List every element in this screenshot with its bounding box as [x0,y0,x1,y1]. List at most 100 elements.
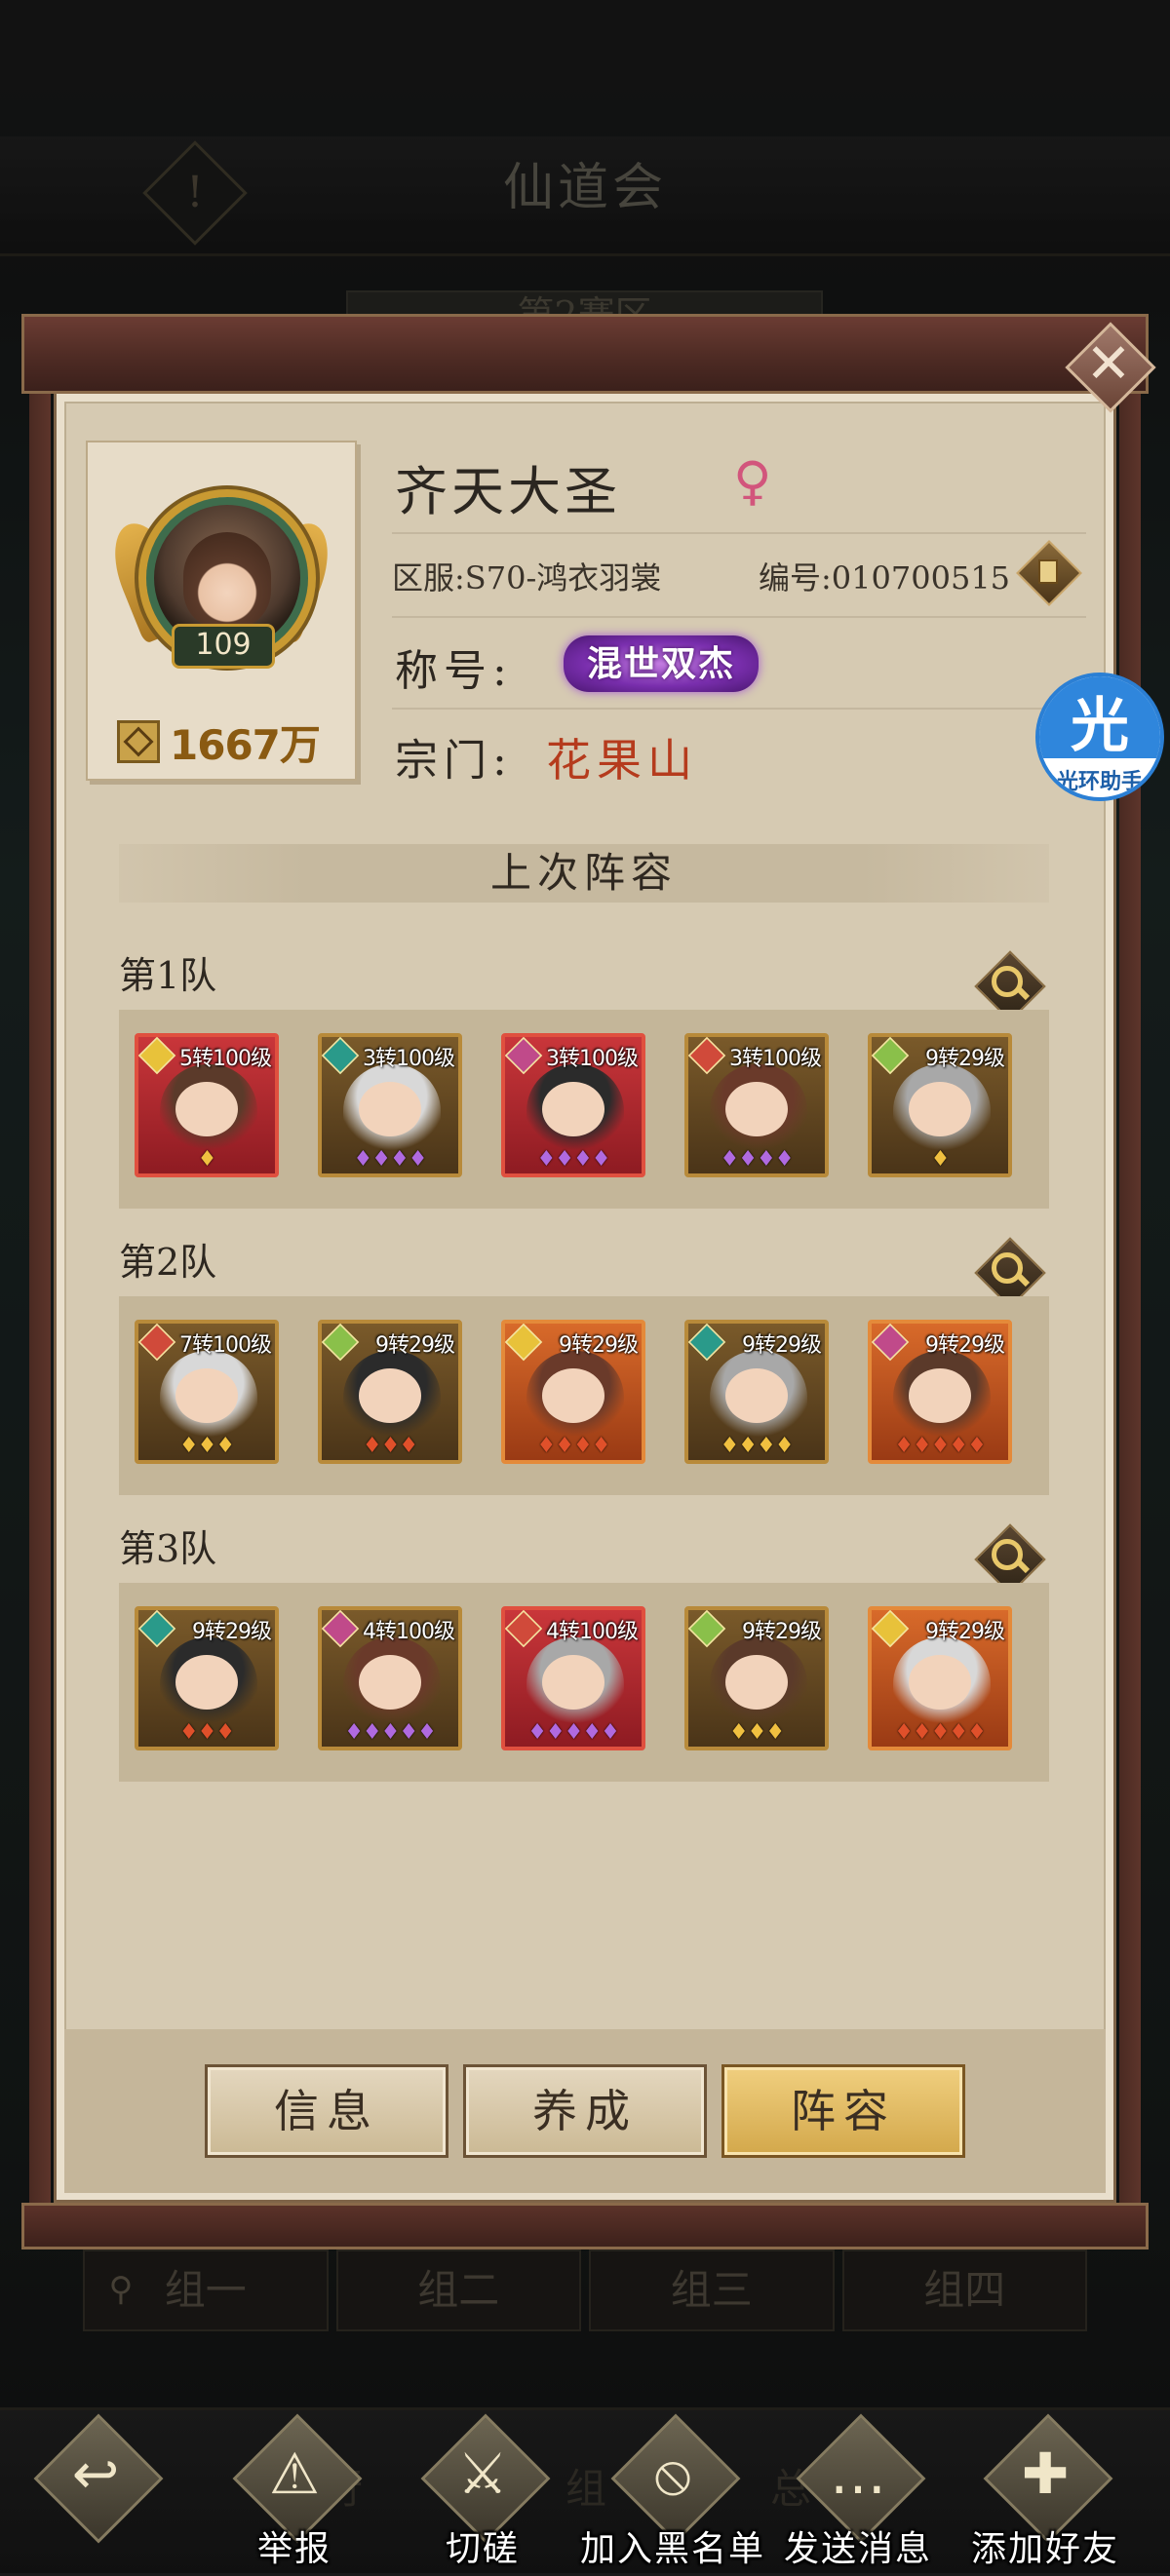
hero-star-rating: ♦♦♦♦ [536,1434,611,1458]
element-icon [505,1037,543,1075]
hero-slot[interactable]: 9转29级 ♦♦♦ [135,1606,279,1750]
hero-face [359,1368,421,1423]
team-title: 第3队 [119,1527,217,1570]
back-arrow-icon: ↩ [71,2441,120,2507]
duel-label: 切磋 [445,2529,520,2569]
hero-star-rating: ♦♦♦♦ [720,1434,795,1458]
hero-slot[interactable]: 3转100级 ♦♦♦♦ [318,1033,462,1177]
dialog-bottom-banner [21,2203,1149,2249]
hero-slot[interactable]: 3转100级 ♦♦♦♦ [501,1033,645,1177]
hero-level: 9转29级 [742,1620,822,1644]
block-user-icon: ⦸ [654,2441,691,2507]
hero-face [909,1368,971,1423]
duel-button[interactable]: ⚔ 切磋 [395,2413,570,2573]
element-icon [872,1037,910,1075]
hero-face [359,1655,421,1710]
team-3-slots: 9转29级 ♦♦♦ 4转100级 ♦♦♦♦♦ 4转100级 ♦♦♦♦♦ 9转29级 ♦♦♦ 9转… [119,1583,1049,1782]
title-badge[interactable]: 混世双杰 [564,635,759,692]
hero-slot[interactable]: 5转100级 ♦ [135,1033,279,1177]
dialog-top-banner [21,314,1149,394]
element-icon [322,1324,360,1362]
hero-level: 3转100级 [363,1047,455,1071]
hero-level: 4转100级 [546,1620,639,1644]
hero-slot[interactable]: 9转29级 ♦♦♦♦♦ [868,1320,1012,1464]
hero-face [542,1655,604,1710]
back-button[interactable]: ↩ [8,2413,183,2573]
dialog-frame-left [29,385,51,2208]
develop-tab-button[interactable]: 养成 [463,2064,707,2158]
hero-slot[interactable]: 4转100级 ♦♦♦♦♦ [318,1606,462,1750]
hero-slot[interactable]: 9转29级 ♦♦♦ [318,1320,462,1464]
hero-level: 9转29级 [559,1333,639,1358]
crossed-swords-icon: ⚔ [457,2441,508,2507]
hero-slot[interactable]: 7转100级 ♦♦♦ [135,1320,279,1464]
info-tab-button[interactable]: 信息 [205,2064,448,2158]
lineup-heading: 上次阵容 [119,844,1049,903]
add-friend-label: 添加好友 [970,2529,1119,2569]
copy-id-button[interactable] [1016,540,1082,606]
hero-face [909,1655,971,1710]
hero-face [725,1368,788,1423]
player-level: 109 [172,624,275,669]
hero-level: 9转29级 [742,1333,822,1358]
hero-slot[interactable]: 9转29级 ♦ [868,1033,1012,1177]
send-message-button[interactable]: … 发送消息 [770,2413,946,2573]
report-button[interactable]: ⚠ 举报 [207,2413,382,2573]
lineup-tab-button[interactable]: 阵容 [722,2064,965,2158]
hero-star-rating: ♦♦♦ [178,1720,235,1745]
server-info: 区服:S70-鸿衣羽裳 [392,559,662,596]
female-gender-icon: ♀ [733,450,772,512]
title-label: 称号: [395,646,513,696]
hero-star-rating: ♦ [197,1147,217,1172]
hero-star-rating: ♦♦♦♦ [353,1147,428,1172]
avatar-card: 109 1667万 [86,441,357,781]
hero-level: 9转29级 [925,1620,1005,1644]
hero-level: 9转29级 [192,1620,272,1644]
element-icon [138,1324,176,1362]
avatar-portrait [183,532,271,630]
element-icon [872,1324,910,1362]
helper-logo-icon: 光 [1071,692,1129,760]
player-name: 齐天大圣 [395,461,621,522]
element-icon [138,1037,176,1075]
blacklist-button[interactable]: ⦸ 加入黑名单 [580,2413,763,2573]
element-icon [688,1037,726,1075]
dialog-frame-right [1119,385,1141,2208]
hero-face [542,1368,604,1423]
warning-icon: ⚠ [269,2441,320,2507]
hero-star-rating: ♦♦♦♦♦ [894,1720,987,1745]
helper-floating-button[interactable]: 光 光环助手 [1035,673,1164,801]
hero-face [725,1655,788,1710]
divider [392,532,1086,534]
hero-slot[interactable]: 9转29级 ♦♦♦♦ [501,1320,645,1464]
hero-star-rating: ♦ [930,1147,951,1172]
helper-caption: 光环助手 [1056,770,1143,794]
hero-level: 7转100级 [179,1333,272,1358]
hero-star-rating: ♦♦♦♦♦ [894,1434,987,1458]
element-icon [322,1610,360,1648]
divider [392,616,1086,618]
sect-name[interactable]: 花果山 [546,725,698,789]
hero-slot[interactable]: 9转29级 ♦♦♦♦♦ [868,1606,1012,1750]
team-title: 第2队 [119,1241,217,1284]
hero-star-rating: ♦♦♦♦ [720,1147,795,1172]
report-label: 举报 [256,2529,332,2569]
combat-power-value: 1667万 [170,720,321,769]
hero-star-rating: ♦♦♦ [178,1434,235,1458]
hero-face [176,1082,238,1136]
element-icon [138,1610,176,1648]
document-icon [1038,559,1058,584]
close-button[interactable]: ✕ [1065,322,1156,413]
blacklist-label: 加入黑名单 [579,2529,765,2569]
hero-slot[interactable]: 4转100级 ♦♦♦♦♦ [501,1606,645,1750]
hero-face [909,1082,971,1136]
add-friend-button[interactable]: ✚ 添加好友 [957,2413,1133,2573]
hero-level: 5转100级 [179,1047,272,1071]
hero-slot[interactable]: 9转29级 ♦♦♦ [684,1606,829,1750]
element-icon [505,1610,543,1648]
hero-slot[interactable]: 3转100级 ♦♦♦♦ [684,1033,829,1177]
team-2-slots: 7转100级 ♦♦♦ 9转29级 ♦♦♦ 9转29级 ♦♦♦♦ 9转29级 ♦♦♦♦ 9转29级… [119,1296,1049,1495]
hero-face [176,1655,238,1710]
hero-slot[interactable]: 9转29级 ♦♦♦♦ [684,1320,829,1464]
hero-star-rating: ♦♦♦ [362,1434,418,1458]
